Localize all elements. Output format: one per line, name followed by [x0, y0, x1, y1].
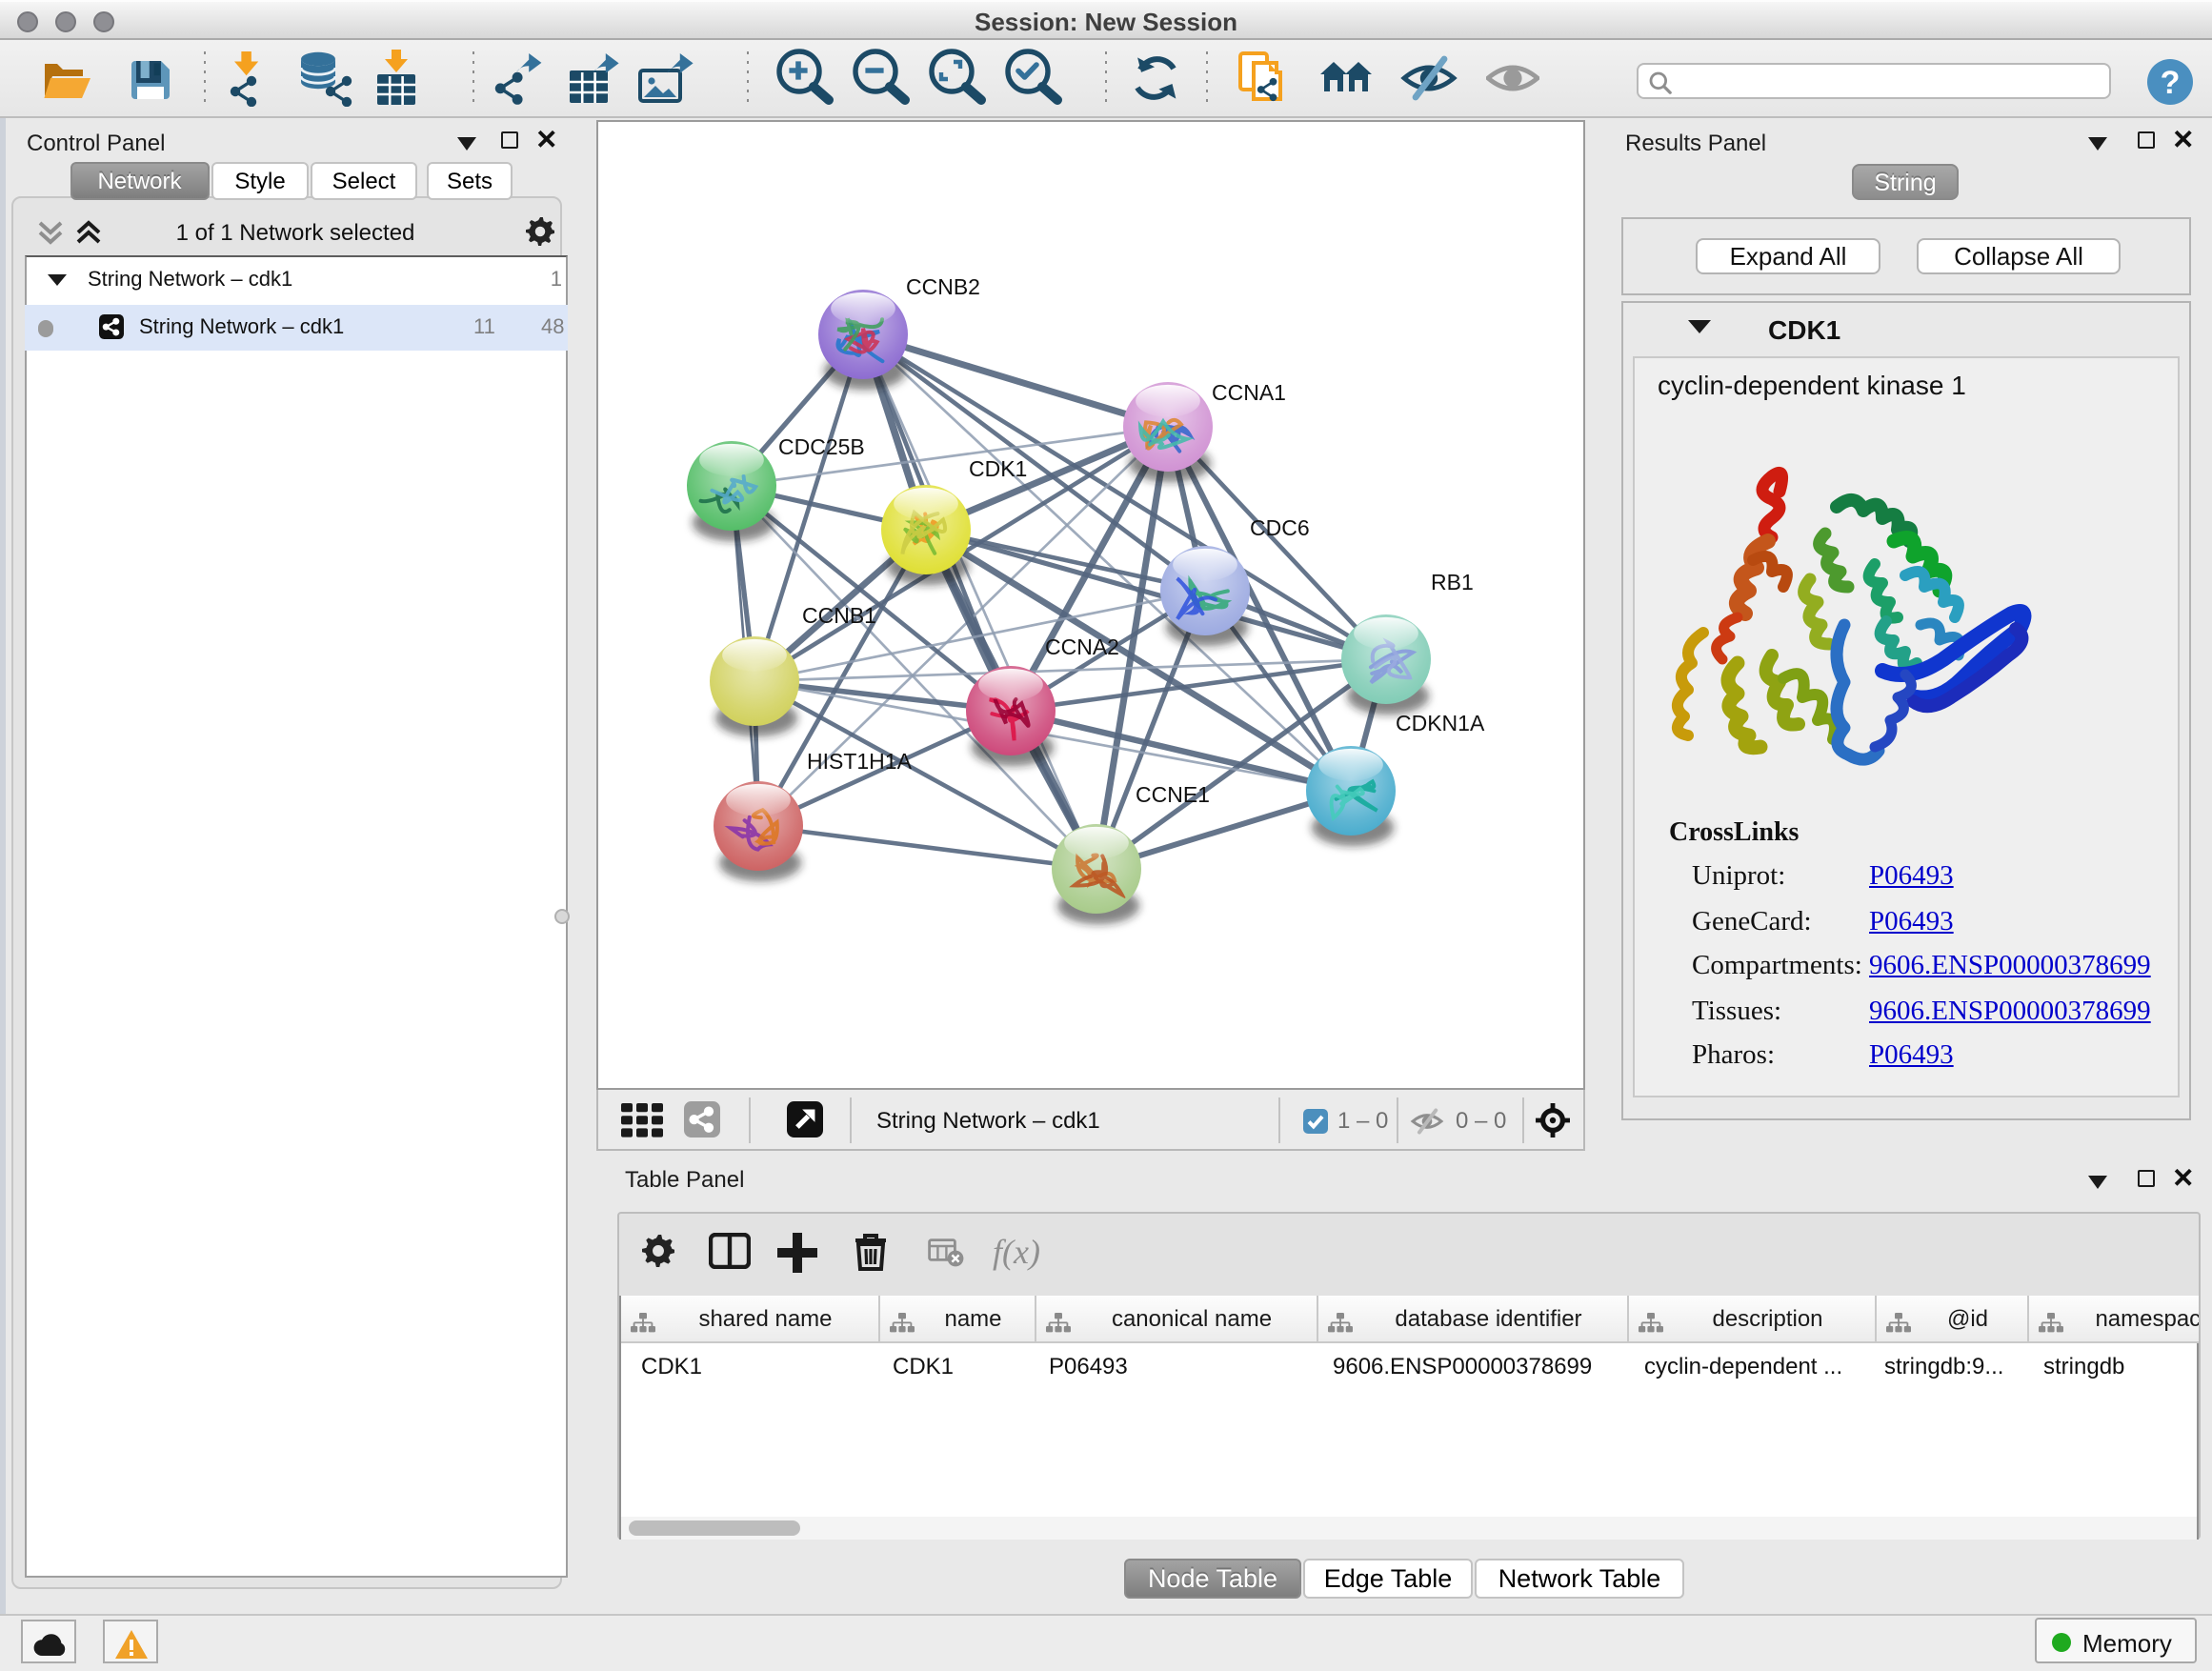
svg-text:HIST1H1A: HIST1H1A: [807, 749, 913, 774]
svg-text:CCNE1: CCNE1: [1136, 782, 1210, 807]
svg-text:CDC25B: CDC25B: [778, 434, 865, 459]
svg-text:CCNB1: CCNB1: [802, 603, 876, 628]
svg-text:?: ?: [2161, 65, 2181, 101]
svg-text:CDK1: CDK1: [969, 456, 1027, 481]
svg-text:f(x): f(x): [993, 1233, 1040, 1271]
svg-text:CCNB2: CCNB2: [906, 274, 980, 299]
svg-text:CCNA2: CCNA2: [1045, 634, 1119, 659]
svg-text:CDC6: CDC6: [1250, 515, 1310, 540]
svg-text:CDKN1A: CDKN1A: [1396, 711, 1485, 735]
svg-text:CCNA1: CCNA1: [1212, 380, 1286, 405]
svg-text:RB1: RB1: [1431, 570, 1474, 594]
